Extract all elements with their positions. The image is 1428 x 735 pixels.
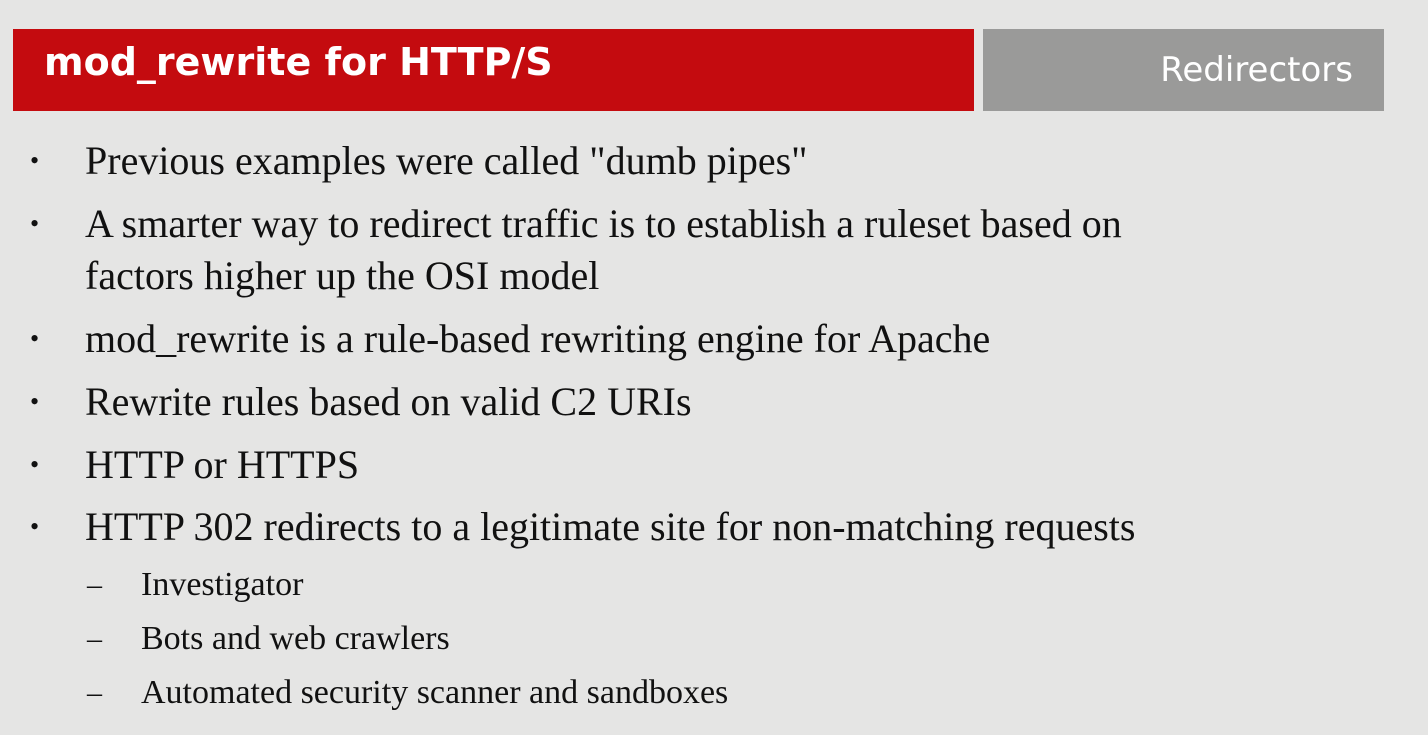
bullet-text: A smarter way to redirect traffic is to … <box>85 201 1122 246</box>
bullet-text: mod_rewrite is a rule-based rewriting en… <box>85 316 991 361</box>
sub-bullet-text: Bots and web crawlers <box>141 620 450 657</box>
bullet-text-continued: factors higher up the OSI model <box>85 253 600 298</box>
sub-bullet-marker: – <box>87 622 102 655</box>
slide-body: • Previous examples were called "dumb pi… <box>0 0 1428 735</box>
sub-bullet-text: Investigator <box>141 566 304 603</box>
sub-bullet-marker: – <box>87 568 102 601</box>
bullet-text: HTTP or HTTPS <box>85 442 360 487</box>
bullet-marker: • <box>30 450 40 479</box>
bullet-marker: • <box>30 209 40 238</box>
bullet-marker: • <box>30 146 40 175</box>
sub-bullet-text: Automated security scanner and sandboxes <box>141 674 729 711</box>
bullet-text: Previous examples were called "dumb pipe… <box>85 138 808 183</box>
sub-bullet-marker: – <box>87 676 102 709</box>
bullet-marker: • <box>30 387 40 416</box>
bullet-text: Rewrite rules based on valid C2 URIs <box>85 379 692 424</box>
bullet-text: HTTP 302 redirects to a legitimate site … <box>85 504 1136 549</box>
bullet-marker: • <box>30 324 40 353</box>
bullet-marker: • <box>30 512 40 541</box>
